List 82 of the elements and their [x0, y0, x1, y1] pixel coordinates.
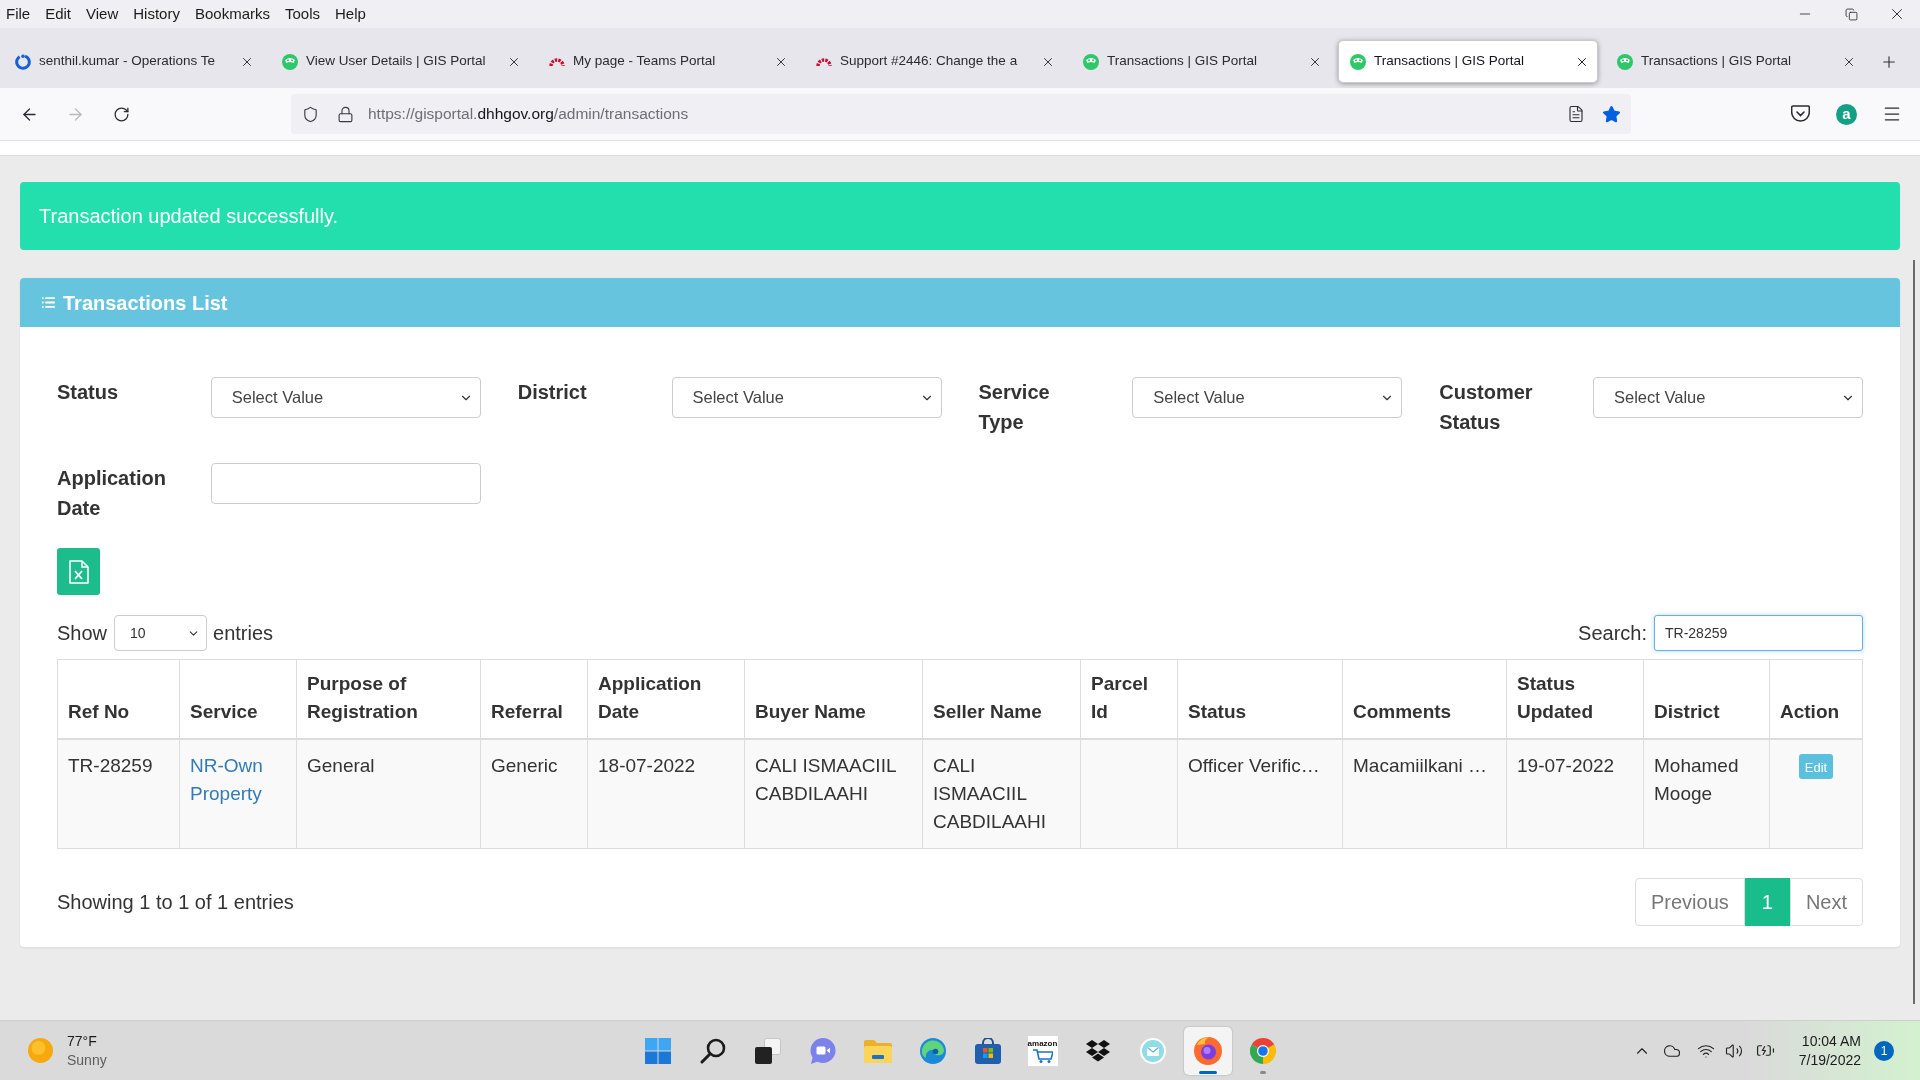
- envelope-icon: [1139, 1037, 1166, 1064]
- browser-tab[interactable]: senthil.kumar - Operations Te: [3, 40, 263, 83]
- logo-icon: [1350, 53, 1366, 70]
- page-length-select[interactable]: 10: [114, 615, 208, 651]
- menu-item[interactable]: Edit: [45, 2, 72, 26]
- table-cell: 19-07-2022: [1506, 739, 1644, 849]
- shopping-bag-icon: [974, 1037, 1001, 1064]
- browser-tab[interactable]: Transactions | GIS Portal: [1071, 40, 1331, 83]
- table-cell: CALI ISMAACIIL CABDILAAHI: [744, 739, 923, 849]
- app-logo-text: amazon: [1027, 1038, 1058, 1048]
- table-cell: 18-07-2022: [587, 739, 745, 849]
- logo-icon: [1617, 53, 1633, 70]
- filter-label: Status: [57, 380, 120, 405]
- table-cell: Mohamed Mooge: [1643, 739, 1770, 849]
- ring-logo-icon: [15, 53, 31, 70]
- menu-item[interactable]: Tools: [285, 2, 320, 26]
- logo-icon: [1083, 53, 1099, 70]
- overlapping-squares-icon: [754, 1037, 781, 1064]
- browser-tab[interactable]: Support #2446: Change the a: [804, 40, 1064, 83]
- table-cell: TR-28259: [57, 739, 180, 849]
- table-cell: General: [296, 739, 481, 849]
- filter-label: Customer Status: [1439, 380, 1534, 435]
- folder-icon: [863, 1038, 892, 1063]
- notification-count[interactable]: 1: [1874, 1040, 1894, 1061]
- browser-tab[interactable]: Transactions | GIS Portal: [1338, 40, 1598, 83]
- search-label: Search:: [1578, 621, 1647, 646]
- show-label: Show: [57, 621, 108, 646]
- arch-logo-icon: [549, 57, 565, 66]
- select-dropdown[interactable]: Select Value: [1132, 377, 1403, 418]
- lock-icon[interactable]: [337, 105, 354, 123]
- cart-icon: [1032, 1048, 1053, 1063]
- browser-circle-icon: [1249, 1037, 1276, 1064]
- url-text: https://gisportal.dhhgov.org/admin/transactions: [368, 104, 689, 125]
- browser-tab[interactable]: My page - Teams Portal: [537, 40, 797, 83]
- menu-item[interactable]: File: [6, 2, 31, 26]
- fox-globe-icon: [1193, 1036, 1222, 1065]
- spreadsheet-file-icon: [68, 559, 89, 584]
- clock-time[interactable]: 10:04 AM: [1801, 1031, 1861, 1051]
- taskbar-app-button[interactable]: amazon: [1018, 1026, 1067, 1075]
- select-dropdown[interactable]: Select Value: [1593, 377, 1863, 418]
- menu-item[interactable]: History: [133, 2, 180, 26]
- filter-label: Application Date: [57, 466, 167, 521]
- entries-info: Showing 1 to 1 of 1 entries: [57, 890, 294, 915]
- browser-tab[interactable]: View User Details | GIS Portal: [270, 40, 530, 83]
- restore-icon[interactable]: [1844, 7, 1858, 21]
- table-cell: Officer Verific…: [1177, 739, 1343, 849]
- panel-title: Transactions List: [63, 290, 228, 316]
- star-icon[interactable]: [1602, 104, 1621, 124]
- select-dropdown[interactable]: Select Value: [210, 377, 481, 418]
- browser-tab[interactable]: Transactions | GIS Portal: [1605, 40, 1865, 83]
- menu-item[interactable]: Help: [335, 2, 366, 26]
- four-tiles-icon: [644, 1037, 671, 1064]
- success-alert: Transaction updated successfully.: [20, 182, 1900, 250]
- reload-icon[interactable]: [112, 105, 130, 123]
- document-icon[interactable]: [1567, 105, 1585, 123]
- table-cell: CALI ISMAACIIL CABDILAAHI: [922, 739, 1081, 849]
- select-dropdown[interactable]: Select Value: [671, 377, 942, 418]
- list-icon: [41, 295, 56, 310]
- diamonds-icon: [1084, 1039, 1111, 1062]
- scrollbar-thumb[interactable]: [1913, 260, 1915, 1004]
- arch-logo-icon: [816, 57, 832, 66]
- speaker-icon[interactable]: [1724, 1041, 1743, 1060]
- chevron-shield-icon[interactable]: [1791, 105, 1810, 123]
- date-field[interactable]: [210, 463, 481, 504]
- video-chat-icon: [809, 1037, 836, 1064]
- sun-icon: [28, 1038, 53, 1063]
- table-cell: Macamiilkani …: [1342, 739, 1507, 849]
- filter-label: Service Type: [978, 380, 1051, 435]
- search-icon: [699, 1037, 726, 1064]
- logo-icon: [282, 53, 298, 70]
- weather-condition: Sunny: [67, 1050, 107, 1070]
- swirl-circle-icon: [919, 1037, 946, 1064]
- table-cell: Generic: [480, 739, 588, 849]
- address-field[interactable]: https://gisportal.dhhgov.org/admin/transactions: [291, 94, 1631, 134]
- menu-item[interactable]: View: [86, 2, 119, 26]
- filter-label: District: [517, 380, 588, 405]
- entries-label: entries: [213, 621, 274, 646]
- shield-icon[interactable]: [302, 105, 319, 123]
- clock-date[interactable]: 7/19/2022: [1798, 1050, 1861, 1070]
- menu-item[interactable]: Bookmarks: [194, 2, 270, 26]
- weather-temperature: 77°F: [67, 1031, 98, 1051]
- search-field[interactable]: TR-28259: [1654, 615, 1863, 651]
